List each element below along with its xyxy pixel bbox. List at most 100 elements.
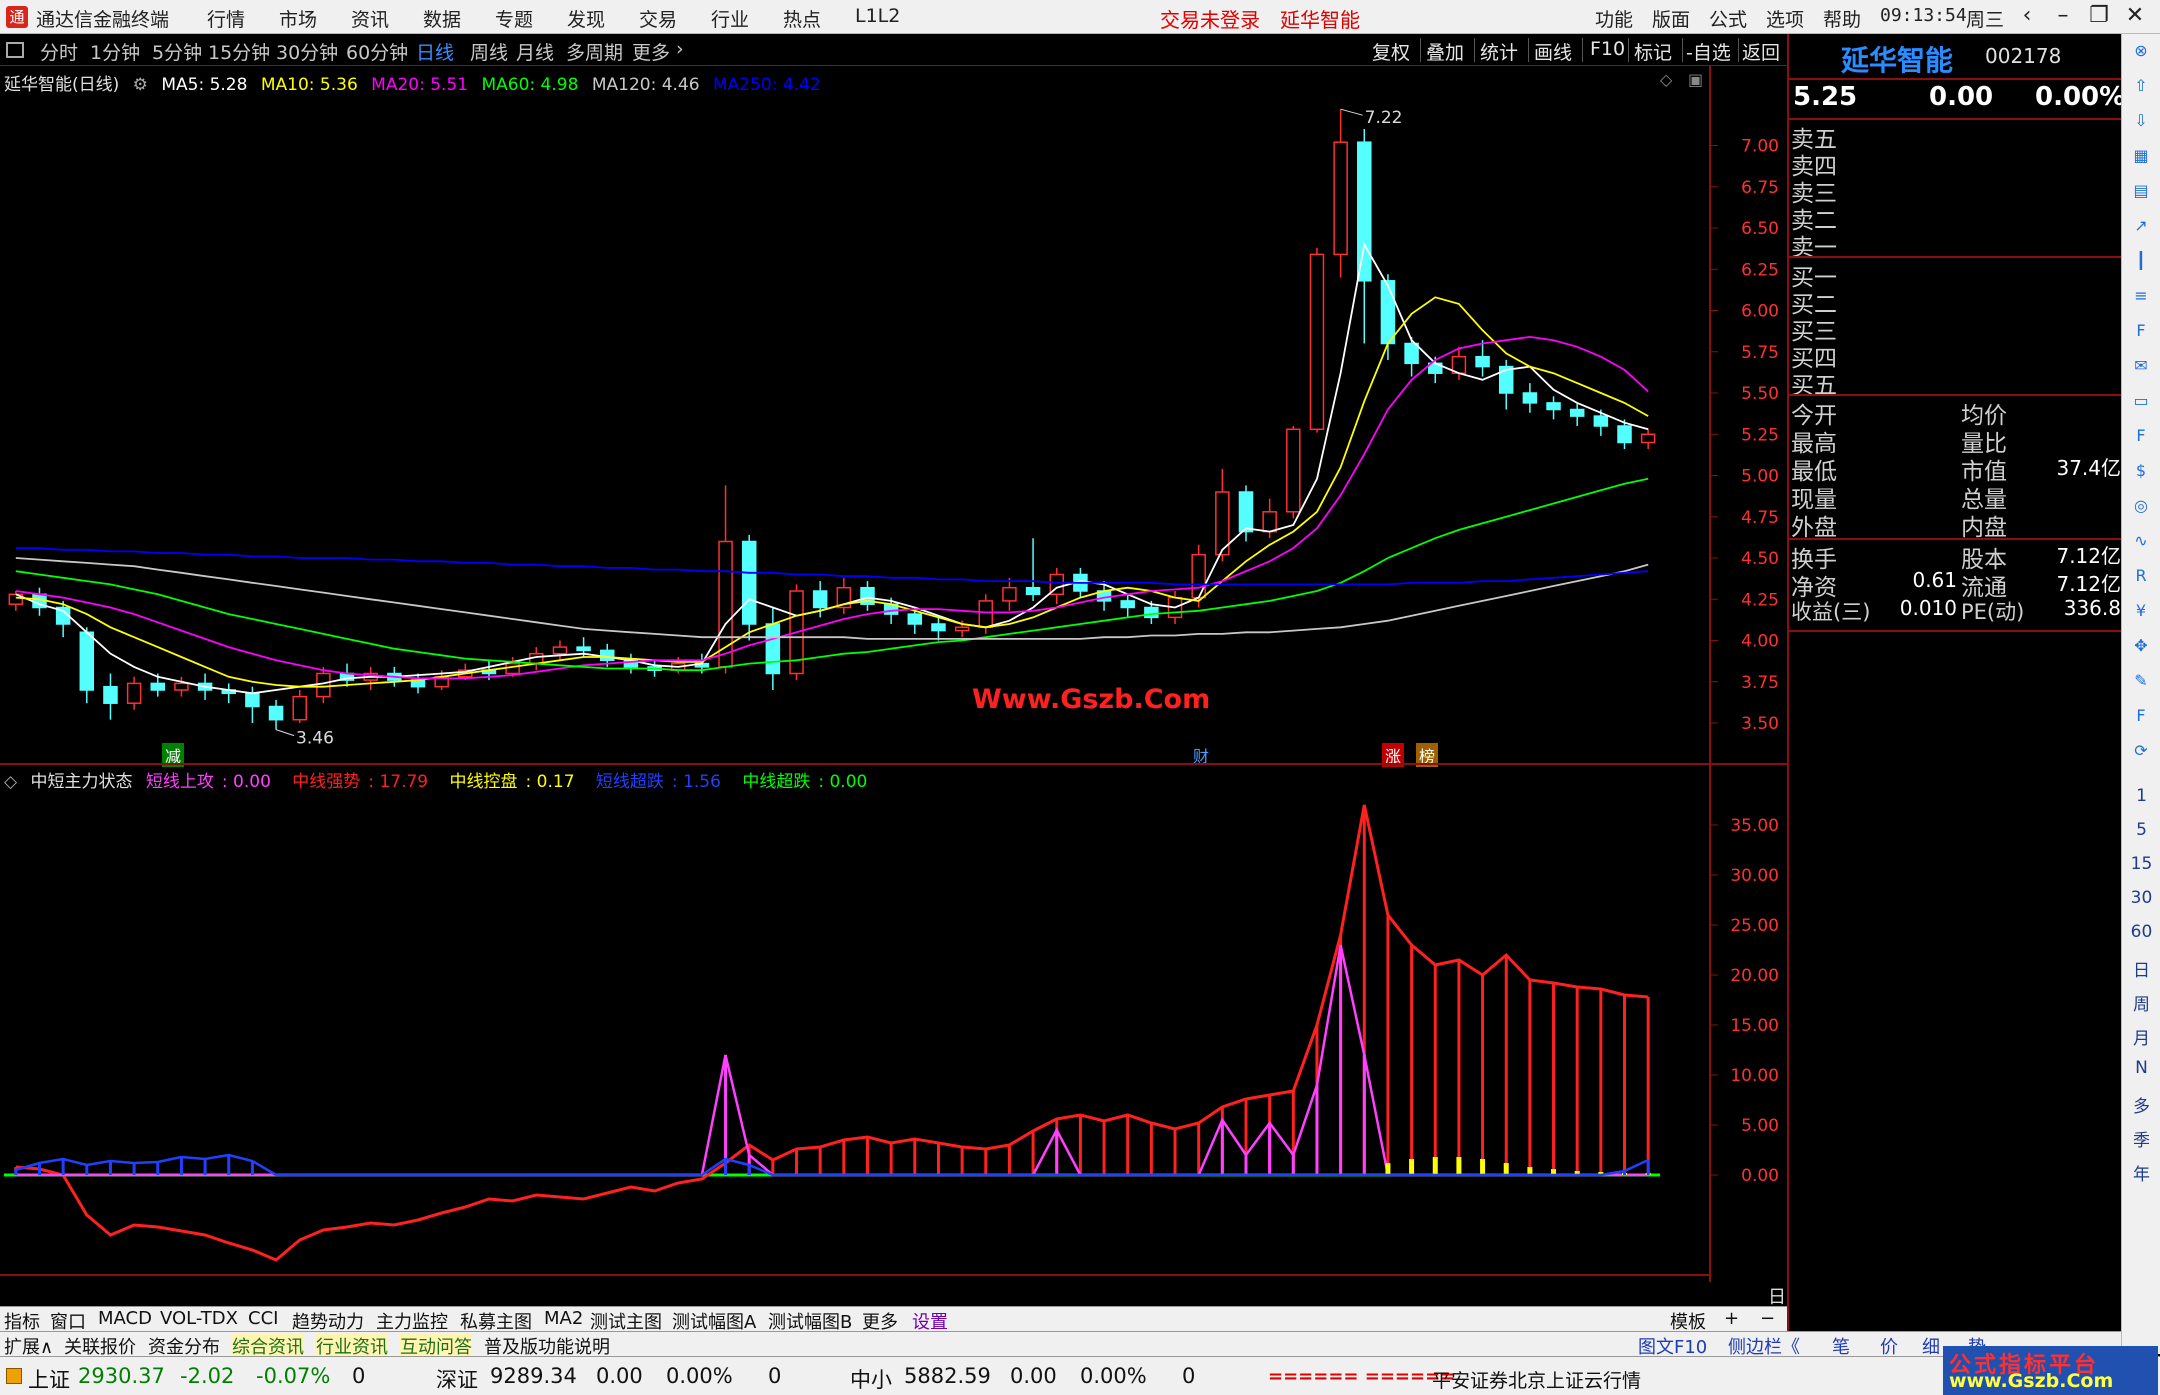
period-shortcut[interactable]: 60 <box>2122 922 2160 942</box>
close-icon[interactable]: ✕ <box>2118 3 2152 28</box>
candle-body[interactable] <box>150 682 166 691</box>
indicator-tab[interactable]: VOL-TDX <box>160 1308 238 1329</box>
up-arrow-icon[interactable]: ⇧ <box>2130 75 2152 97</box>
candle-icon[interactable]: ┃ <box>2130 250 2152 272</box>
period-shortcut[interactable]: 月 <box>2122 1024 2160 1049</box>
candle-body[interactable] <box>1025 586 1041 596</box>
menu-item[interactable]: 专题 <box>495 5 533 32</box>
kline-svg[interactable]: 3.50 3.75 4.00 4.25 4.50 4.75 5.00 5.25 5.50 5.75… <box>0 66 1787 763</box>
f10-icon[interactable]: F <box>2130 320 2152 342</box>
period-tab[interactable]: 周线 <box>470 38 508 65</box>
candle-body[interactable] <box>600 649 615 662</box>
candle-body[interactable] <box>954 626 970 632</box>
candle-body[interactable] <box>1380 280 1396 345</box>
candle-body[interactable] <box>126 682 142 704</box>
refresh-icon[interactable]: ⟳ <box>2130 740 2152 762</box>
candle-body[interactable] <box>174 682 189 691</box>
doc-icon[interactable]: ▭ <box>2130 390 2152 412</box>
candle-body[interactable] <box>1404 342 1419 365</box>
period-shortcut[interactable]: 多 <box>2122 1092 2160 1117</box>
trade-login-warning[interactable]: 交易未登录 <box>1160 4 1260 33</box>
candle-body[interactable] <box>1357 141 1372 282</box>
candle-body[interactable] <box>1546 402 1561 411</box>
tool-overlay[interactable]: 叠加 <box>1426 38 1464 65</box>
candle-body[interactable] <box>1309 253 1325 431</box>
candle-body[interactable] <box>1191 553 1206 599</box>
market-icon[interactable] <box>6 1368 22 1384</box>
target-icon[interactable]: ◎ <box>2130 495 2152 517</box>
candle-body[interactable] <box>1593 415 1609 427</box>
menu-item[interactable]: 资讯 <box>351 5 389 32</box>
collapse-icon[interactable]: ◇ <box>4 772 17 792</box>
menu-item-layout[interactable]: 版面 <box>1652 5 1690 32</box>
chevron-right-icon[interactable]: › <box>676 38 684 60</box>
candle-body[interactable] <box>292 695 307 721</box>
menu-item[interactable]: L1L2 <box>855 5 900 27</box>
candle-body[interactable] <box>907 613 923 625</box>
period-tab[interactable]: 60分钟 <box>346 38 408 65</box>
wave-icon[interactable]: ∿ <box>2130 530 2152 552</box>
f2-icon[interactable]: F <box>2130 425 2152 447</box>
period-shortcut[interactable]: 日 <box>2122 956 2160 981</box>
period-shortcut[interactable]: 周 <box>2122 990 2160 1015</box>
minimize-icon[interactable]: – <box>2046 3 2080 28</box>
indicator-tab[interactable]: MA2 <box>544 1308 583 1329</box>
tab-tool[interactable]: + <box>1724 1308 1739 1329</box>
menu-item[interactable]: 市场 <box>279 5 317 32</box>
period-shortcut[interactable]: 5 <box>2122 820 2160 840</box>
server-name[interactable]: 平安证券北京上证云行情 <box>1432 1366 1641 1393</box>
news-icon[interactable]: ✉ <box>2130 355 2152 377</box>
candle-body[interactable] <box>576 646 591 652</box>
list-icon[interactable]: ≡ <box>2130 285 2152 307</box>
candle-body[interactable] <box>812 590 828 609</box>
candle-body[interactable] <box>103 685 118 704</box>
diamond-icon[interactable]: ◇ <box>1660 70 1672 89</box>
candle-body[interactable] <box>268 705 284 721</box>
window-toggle-icon[interactable] <box>6 42 24 58</box>
menu-item-help[interactable]: 帮助 <box>1823 5 1861 32</box>
menu-item-formula[interactable]: 公式 <box>1709 5 1747 32</box>
candle-body[interactable] <box>245 692 260 708</box>
indicator-tab[interactable]: MACD <box>98 1308 152 1329</box>
chart-icon[interactable]: ▦ <box>2130 145 2152 167</box>
menu-item[interactable]: 交易 <box>639 5 677 32</box>
period-tab[interactable]: 5分钟 <box>152 38 202 65</box>
candle-body[interactable] <box>316 672 331 698</box>
menu-item[interactable]: 热点 <box>783 5 821 32</box>
rsi-icon[interactable]: R <box>2130 565 2152 587</box>
candle-body[interactable] <box>1120 600 1135 609</box>
period-tab[interactable]: 分时 <box>40 38 78 65</box>
candle-body[interactable] <box>1002 586 1017 602</box>
menu-item[interactable]: 发现 <box>567 5 605 32</box>
funds-icon[interactable]: $ <box>2130 460 2152 482</box>
index-sh-label[interactable]: 上证 <box>28 1364 70 1394</box>
menu-item-function[interactable]: 功能 <box>1595 5 1633 32</box>
back-icon[interactable]: ‹ <box>2010 3 2044 28</box>
period-tab[interactable]: 30分钟 <box>276 38 338 65</box>
candle-body[interactable] <box>1144 606 1159 619</box>
close-icon[interactable]: ⊗ <box>2130 40 2152 62</box>
panel-toggle-icon[interactable]: ▣ <box>1688 70 1703 89</box>
candle-body[interactable] <box>1475 355 1490 368</box>
tool-back[interactable]: 返回 <box>1742 38 1780 65</box>
candle-body[interactable] <box>931 623 946 632</box>
period-shortcut[interactable]: 30 <box>2122 888 2160 908</box>
pencil-icon[interactable]: ✎ <box>2130 670 2152 692</box>
indicator-chart[interactable]: 0.005.0010.0015.0020.0025.0030.0035.0020… <box>0 765 1787 1334</box>
period-shortcut[interactable]: N <box>2122 1058 2160 1078</box>
candle-body[interactable] <box>1617 425 1632 444</box>
candle-body[interactable] <box>1286 428 1301 513</box>
candle-body[interactable] <box>765 623 781 675</box>
candle-body[interactable] <box>1522 392 1538 404</box>
period-shortcut[interactable]: 1 <box>2122 786 2160 806</box>
candle-body[interactable] <box>1262 511 1277 533</box>
candle-body[interactable] <box>505 662 520 675</box>
period-shortcut[interactable]: 年 <box>2122 1160 2160 1185</box>
line-icon[interactable]: ↗ <box>2130 215 2152 237</box>
tool-mark[interactable]: 标记 <box>1634 38 1672 65</box>
index-zx-label[interactable]: 中小 <box>850 1364 892 1394</box>
candle-body[interactable] <box>552 646 568 655</box>
candle-body[interactable] <box>741 540 757 625</box>
tab-tool[interactable]: − <box>1760 1308 1775 1329</box>
period-shortcut[interactable]: 15 <box>2122 854 2160 874</box>
